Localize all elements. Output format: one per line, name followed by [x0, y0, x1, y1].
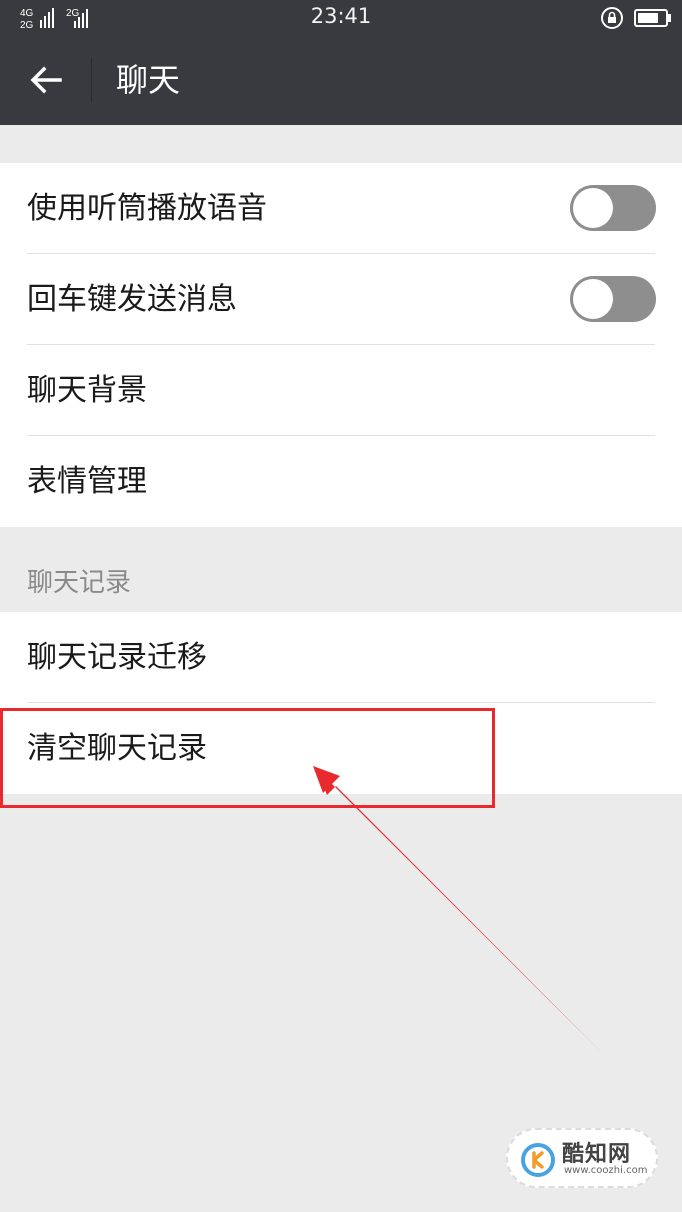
highlight-box [0, 708, 495, 808]
page-title: 聊天 [116, 61, 181, 99]
setting-label: 聊天背景 [27, 373, 147, 408]
setting-label: 回车键发送消息 [27, 282, 237, 317]
earpiece-playback-toggle[interactable] [570, 185, 656, 231]
setting-row-sticker-management[interactable]: 表情管理 [0, 436, 682, 527]
back-arrow-icon [30, 66, 62, 94]
toggle-knob [573, 279, 613, 319]
back-button[interactable] [18, 54, 74, 106]
rotation-lock-icon [601, 7, 623, 29]
app-bar: 聊天 [0, 36, 682, 125]
coozhi-logo-icon [521, 1143, 555, 1177]
setting-row-history-migration[interactable]: 聊天记录迁移 [0, 612, 682, 703]
watermark-url: www.coozhi.com [564, 1165, 648, 1176]
setting-label: 表情管理 [27, 464, 147, 499]
toggle-knob [573, 188, 613, 228]
battery-icon [634, 9, 671, 27]
setting-row-enter-to-send[interactable]: 回车键发送消息 [0, 254, 682, 345]
app-bar-divider [91, 58, 92, 102]
setting-row-chat-background[interactable]: 聊天背景 [0, 345, 682, 436]
status-time: 23:41 [310, 4, 372, 28]
setting-label: 聊天记录迁移 [27, 640, 207, 675]
status-bar: 4G 2G 2G 23:41 [0, 0, 682, 36]
chat-history-section-header: 聊天记录 [27, 568, 132, 598]
chat-settings-group: 使用听筒播放语音 回车键发送消息 聊天背景 表情管理 [0, 163, 682, 527]
enter-to-send-toggle[interactable] [570, 276, 656, 322]
setting-label: 使用听筒播放语音 [27, 191, 267, 226]
watermark: 酷知网 www.coozhi.com [506, 1128, 658, 1188]
watermark-name: 酷知网 [562, 1142, 632, 1167]
setting-row-earpiece-playback[interactable]: 使用听筒播放语音 [0, 163, 682, 254]
